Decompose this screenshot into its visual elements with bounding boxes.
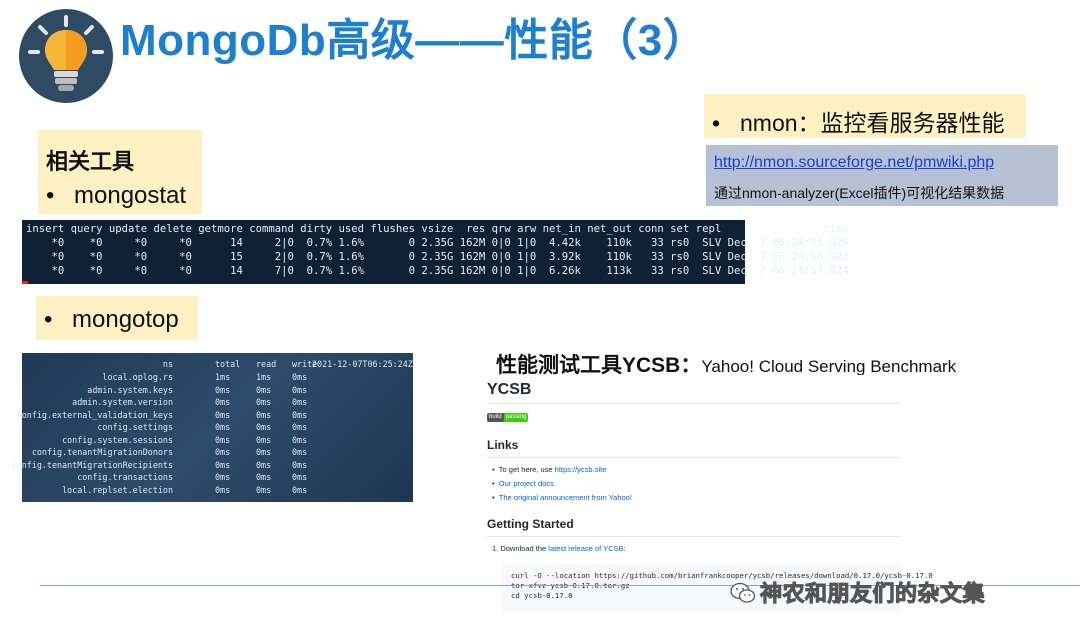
mongotop-row: local.oplog.rs 1ms 1ms 0ms <box>102 372 308 382</box>
mongostat-label: • mongostat <box>46 182 187 209</box>
mongotop-label: • mongotop <box>44 306 179 333</box>
mongotop-terminal: ns total read write 2021-12-07T06:25:24Z… <box>11 353 413 502</box>
mongostat-row: *0 *0 *0 *0 14 7|0 0.7% 1.6% 0 2.35G 162… <box>26 265 849 277</box>
mongotop-row: config.tenantMigrationDonors 0ms 0ms 0ms <box>31 447 308 457</box>
page-title: MongoDb高级——性能（3） <box>120 16 708 65</box>
mongotop-label-box: • mongotop <box>36 296 198 340</box>
tools-heading: 相关工具 <box>46 149 135 174</box>
mongostat-row: *0 *0 *0 *0 15 2|0 0.7% 1.6% 0 2.35G 162… <box>26 251 849 263</box>
nmon-info-box: http://nmon.sourceforge.net/pmwiki.php 通… <box>706 145 1058 206</box>
divider <box>487 403 900 404</box>
nmon-description: 通过nmon-analyzer(Excel插件)可视化结果数据 <box>714 185 1005 201</box>
cursor-mark <box>22 281 28 284</box>
mongostat-header: insert query update delete getmore comma… <box>26 223 849 235</box>
tools-label-box: 相关工具 • mongostat <box>38 130 202 214</box>
getting-started-heading: Getting Started <box>487 517 574 531</box>
nmon-label: • nmon：监控看服务器性能 <box>712 110 1005 136</box>
list-item: • To get here, use https://ycsb.site <box>492 465 607 474</box>
mongotop-row: config.system.sessions 0ms 0ms 0ms <box>62 434 308 445</box>
mongotop-row: config.external_validation_keys 0ms 0ms 0ms <box>16 409 308 420</box>
divider <box>487 536 900 537</box>
wechat-icon <box>730 582 756 603</box>
list-item: • The original announcement from Yahoo! <box>492 493 632 502</box>
mongostat-row: *0 *0 *0 *0 14 2|0 0.7% 1.6% 0 2.35G 162… <box>26 237 849 249</box>
step-1: 1. Download the latest release of YCSB: <box>492 544 626 553</box>
readme-title: YCSB <box>487 381 532 398</box>
mongotop-row: config.settings 0ms 0ms 0ms <box>97 422 308 432</box>
mongotop-row: local.replset.election 0ms 0ms 0ms <box>62 484 308 495</box>
list-item: • Our project docs <box>492 479 554 488</box>
mongotop-row: admin.system.version 0ms 0ms 0ms <box>72 397 308 407</box>
links-heading: Links <box>487 438 519 452</box>
build-badge[interactable]: build passing <box>487 413 529 422</box>
divider <box>487 457 900 458</box>
mongotop-row: config.tenantMigrationRecipients 0ms 0ms 0m… <box>11 459 308 470</box>
mongotop-row: config.transactions 0ms 0ms 0ms <box>77 472 308 482</box>
mongotop-header: ns total read write 2021-12-07T06:25:24Z <box>162 359 413 369</box>
nmon-label-box: • nmon：监控看服务器性能 <box>704 94 1026 138</box>
watermark: 神农和朋友们的杂文集 <box>730 576 985 608</box>
nmon-link[interactable]: http://nmon.sourceforge.net/pmwiki.php <box>714 154 994 172</box>
mongostat-terminal: insert query update delete getmore comma… <box>22 220 849 284</box>
lightbulb-icon <box>19 9 113 103</box>
mongotop-row: admin.system.keys 0ms 0ms 0ms <box>87 384 308 395</box>
